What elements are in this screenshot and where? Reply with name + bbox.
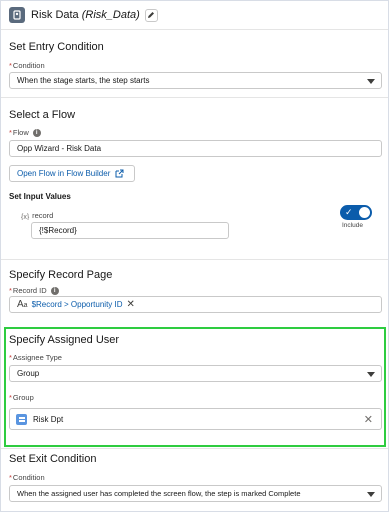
assignee-type-label: *Assignee Type bbox=[9, 353, 62, 362]
group-label: *Group bbox=[9, 393, 34, 402]
record-page-section-title: Specify Record Page bbox=[9, 269, 113, 281]
info-icon[interactable]: i bbox=[50, 287, 59, 296]
assignee-type-value: Group bbox=[17, 369, 40, 378]
svg-text:{x}: {x} bbox=[21, 214, 30, 220]
flow-input-value: Opp Wizard - Risk Data bbox=[17, 144, 102, 153]
variable-icon: {x} bbox=[21, 214, 30, 221]
edit-button[interactable] bbox=[144, 8, 158, 22]
exit-condition-value: When the assigned user has completed the… bbox=[17, 489, 301, 498]
exit-condition-label-text: Condition bbox=[12, 473, 45, 482]
divider bbox=[1, 97, 388, 98]
close-icon[interactable]: ✕ bbox=[364, 413, 373, 426]
include-toggle[interactable]: ✓ bbox=[340, 205, 372, 220]
external-link-icon bbox=[115, 169, 124, 178]
chevron-down-icon bbox=[367, 492, 375, 497]
entry-section-title: Set Entry Condition bbox=[9, 41, 104, 53]
record-id-field[interactable]: Aa $Record > Opportunity ID ✕ bbox=[9, 296, 382, 313]
chevron-down-icon bbox=[367, 372, 375, 377]
step-api-name: (Risk_Data) bbox=[81, 9, 140, 21]
exit-section-title: Set Exit Condition bbox=[9, 453, 97, 465]
chevron-down-icon bbox=[367, 79, 375, 84]
group-icon bbox=[16, 414, 27, 425]
close-icon[interactable]: ✕ bbox=[127, 299, 135, 310]
group-label-text: Group bbox=[12, 393, 34, 402]
edit-icon bbox=[148, 12, 155, 18]
open-flow-button[interactable]: Open Flow in Flow Builder bbox=[9, 165, 135, 182]
group-value: Risk Dpt bbox=[33, 415, 64, 424]
step-editor-panel: Risk Data (Risk_Data) Set Entry Conditio… bbox=[0, 0, 389, 512]
record-param-label: {x} record bbox=[21, 211, 54, 221]
toggle-knob bbox=[359, 207, 370, 218]
entry-condition-label-text: Condition bbox=[12, 61, 45, 70]
input-values-title: Set Input Values bbox=[9, 192, 71, 201]
open-flow-button-label: Open Flow in Flow Builder bbox=[17, 169, 111, 178]
entry-condition-value: When the stage starts, the step starts bbox=[17, 76, 150, 85]
flow-label: *Flow i bbox=[9, 128, 41, 138]
divider bbox=[1, 448, 388, 449]
group-field[interactable]: Risk Dpt ✕ bbox=[9, 408, 382, 430]
step-label: Risk Data bbox=[31, 9, 79, 21]
record-id-label: *Record ID i bbox=[9, 286, 59, 296]
exit-condition-label: *Condition bbox=[9, 473, 45, 482]
record-id-label-text: Record ID bbox=[12, 286, 47, 295]
record-id-pill: $Record > Opportunity ID bbox=[31, 300, 123, 309]
step-title: Risk Data (Risk_Data) bbox=[31, 9, 140, 21]
toggle-check-icon: ✓ bbox=[345, 207, 353, 217]
record-param-value: {!$Record} bbox=[39, 226, 77, 235]
record-param-name: record bbox=[32, 211, 54, 220]
flow-input[interactable]: Opp Wizard - Risk Data bbox=[9, 140, 382, 157]
assignee-type-select[interactable]: Group bbox=[9, 365, 382, 382]
exit-condition-select[interactable]: When the assigned user has completed the… bbox=[9, 485, 382, 502]
assignee-type-label-text: Assignee Type bbox=[12, 353, 62, 362]
info-icon[interactable]: i bbox=[32, 129, 41, 138]
flow-section-title: Select a Flow bbox=[9, 109, 76, 121]
panel-header: Risk Data (Risk_Data) bbox=[1, 1, 388, 30]
text-resource-icon: Aa bbox=[17, 299, 28, 310]
entry-condition-label: *Condition bbox=[9, 61, 45, 70]
assigned-user-section-title: Specify Assigned User bbox=[9, 334, 120, 346]
stage-step-icon bbox=[9, 7, 25, 23]
flow-label-text: Flow bbox=[12, 128, 29, 137]
include-label: Include bbox=[342, 222, 363, 229]
entry-condition-select[interactable]: When the stage starts, the step starts bbox=[9, 72, 382, 89]
divider bbox=[1, 259, 388, 260]
record-param-input[interactable]: {!$Record} bbox=[31, 222, 229, 239]
